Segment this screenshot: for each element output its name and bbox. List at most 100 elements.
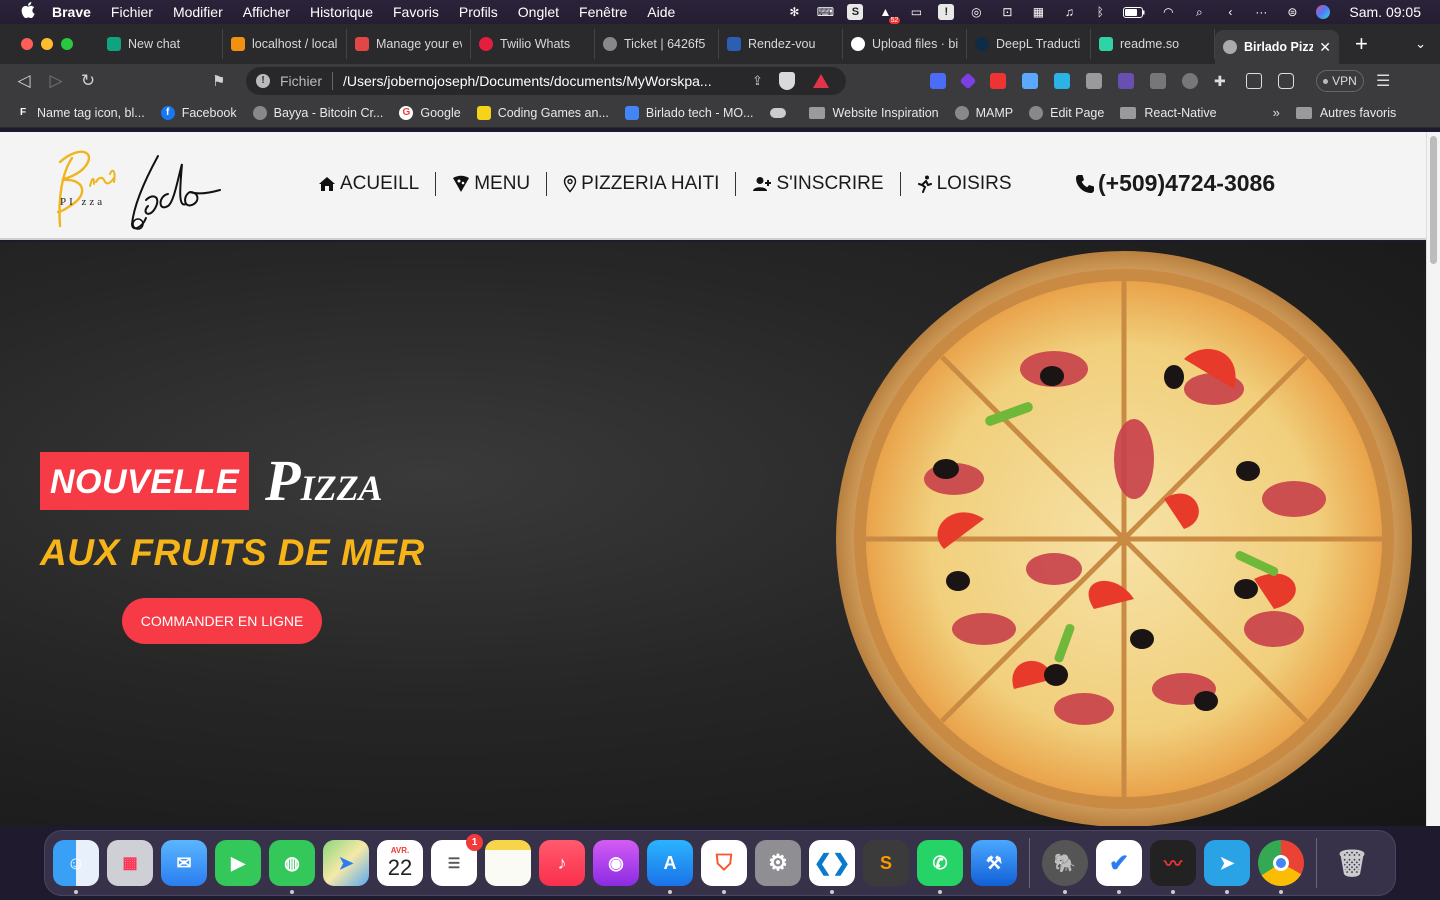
battery-icon[interactable] (1122, 4, 1146, 20)
site-info-icon[interactable]: ! (256, 74, 270, 88)
notes-icon[interactable] (485, 840, 531, 886)
extension-4-icon[interactable] (1022, 73, 1038, 89)
apple-icon[interactable] (18, 2, 38, 22)
menu-app-name[interactable]: Brave (52, 4, 91, 20)
bookmarks-overflow-button[interactable]: » (1273, 105, 1280, 120)
tab-new-chat[interactable]: New chat (99, 29, 223, 59)
chrome-icon[interactable] (1258, 840, 1304, 894)
forward-button[interactable]: ▷ (40, 71, 72, 91)
extension-6-icon[interactable] (1086, 73, 1102, 89)
nav-menu[interactable]: MENU (452, 173, 530, 195)
brave-rewards-icon[interactable] (812, 74, 829, 88)
vscode-icon[interactable]: ❮❯ (809, 840, 855, 894)
bookmark-folder-website-inspiration[interactable]: Website Inspiration (808, 106, 939, 120)
whatsapp-icon[interactable]: ✆ (917, 840, 963, 894)
tasks-icon[interactable]: ✔ (1096, 840, 1142, 894)
menu-fichier[interactable]: Fichier (111, 4, 153, 20)
menu-aide[interactable]: Aide (647, 4, 675, 20)
new-tab-button[interactable]: + (1355, 31, 1368, 57)
menu-onglet[interactable]: Onglet (518, 4, 559, 20)
birlado-pizza-logo[interactable]: PI zza (50, 138, 230, 234)
bookmark-name-tag[interactable]: F Name tag icon, bl... (16, 106, 145, 120)
sync-icon[interactable]: ◎ (967, 4, 985, 20)
extension-3-icon[interactable] (990, 73, 1006, 89)
tab-birlado-pizza[interactable]: Birlado Pizz ✕ (1215, 30, 1339, 64)
url-path[interactable]: /Users/jobernojoseph/Documents/documents… (343, 73, 738, 89)
sidebar-toggle-icon[interactable] (1246, 73, 1262, 89)
tab-manage-events[interactable]: Manage your ev (347, 29, 471, 59)
cast-icon[interactable]: ▭ (907, 4, 925, 20)
wallet-icon[interactable] (1278, 73, 1294, 89)
nav-pizzeria-haiti[interactable]: PIZZERIA HAITI (563, 173, 719, 195)
trash-icon[interactable]: 🗑 (1329, 840, 1375, 886)
maps-icon[interactable]: ➤ (323, 840, 369, 886)
bookmark-google[interactable]: G Google (399, 105, 461, 120)
siri-icon[interactable] (1314, 4, 1332, 20)
alert-icon[interactable]: ! (938, 4, 955, 20)
sublime-text-icon[interactable]: S (863, 840, 909, 886)
notification-badge-icon[interactable]: ▲ 52 (876, 4, 901, 24)
tab-ticket[interactable]: Ticket | 6426f5 (595, 29, 719, 59)
phone-number-link[interactable]: (+509)4724-3086 (1074, 170, 1275, 197)
extension-1-icon[interactable] (930, 73, 946, 89)
tab-upload-files[interactable]: Upload files · bi (843, 29, 967, 59)
calendar-icon[interactable]: AVR. 22 (377, 840, 423, 886)
control-center-icon[interactable]: ⊜ (1283, 4, 1301, 20)
nav-sinscrire[interactable]: S'INSCRIRE (752, 173, 884, 195)
wifi-icon[interactable]: ◠ (1159, 4, 1177, 20)
menu-afficher[interactable]: Afficher (243, 4, 290, 20)
extension-2-icon[interactable] (959, 72, 977, 90)
window-manager-icon[interactable]: ▦ (1029, 4, 1047, 20)
nav-loisirs[interactable]: LOISIRS (917, 173, 1012, 195)
extension-7-icon[interactable] (1118, 73, 1134, 89)
back-button[interactable]: ◁ (8, 71, 40, 91)
bookmark-page-icon[interactable]: ⚑ (212, 72, 234, 90)
bookmark-edit-page[interactable]: Edit Page (1029, 105, 1104, 120)
zoom-window-button[interactable] (61, 38, 73, 50)
skype-icon[interactable]: S (847, 4, 864, 20)
tab-deepl[interactable]: DeepL Traducti (967, 29, 1091, 59)
mail-icon[interactable]: ✉ (161, 840, 207, 886)
order-online-button[interactable]: COMMANDER EN LIGNE (122, 598, 322, 644)
extensions-puzzle-icon[interactable]: ✚ (1214, 73, 1230, 89)
bookmark-coding-games[interactable]: Coding Games an... (476, 105, 609, 120)
bookmark-birlado-tech[interactable]: Birlado tech - MO... (624, 105, 754, 120)
nav-accueil[interactable]: ACUEILL (318, 173, 419, 195)
reload-button[interactable]: ↻ (72, 71, 104, 91)
screen-record-icon[interactable]: ✻ (785, 4, 803, 20)
music-icon[interactable]: ♪ (539, 840, 585, 886)
reminders-icon[interactable]: ☰ 1 (431, 834, 483, 886)
finder-icon[interactable]: ☺ (53, 840, 99, 894)
share-icon[interactable]: ⇪ (752, 73, 763, 89)
headphones-icon[interactable]: ♫ (1060, 4, 1078, 20)
spotlight-search-icon[interactable]: ⌕ (1190, 4, 1208, 20)
facetime-icon[interactable]: ▶ (215, 840, 261, 886)
bookmark-folder-react-native[interactable]: React-Native (1120, 106, 1217, 120)
app-store-icon[interactable]: A (647, 840, 693, 894)
bookmark-facebook[interactable]: f Facebook (160, 105, 237, 120)
close-window-button[interactable] (21, 38, 33, 50)
extension-9-icon[interactable] (1182, 73, 1198, 89)
bookmark-cloud[interactable] (769, 107, 793, 118)
bookmark-mamp[interactable]: MAMP (954, 105, 1013, 120)
menu-historique[interactable]: Historique (310, 4, 373, 20)
address-bar[interactable]: ! Fichier /Users/jobernojoseph/Documents… (246, 67, 846, 95)
minimize-window-button[interactable] (41, 38, 53, 50)
podcasts-icon[interactable]: ◉ (593, 840, 639, 886)
tab-search-chevron-icon[interactable]: ⌄ (1415, 36, 1426, 52)
page-scrollbar[interactable] (1426, 132, 1440, 826)
menu-favoris[interactable]: Favoris (393, 4, 439, 20)
download-icon[interactable]: ⊡ (998, 4, 1016, 20)
vpn-button[interactable]: VPN (1316, 70, 1364, 92)
tab-twilio[interactable]: Twilio Whats (471, 29, 595, 59)
bluetooth-icon[interactable]: ᛒ (1091, 4, 1109, 20)
close-tab-icon[interactable]: ✕ (1313, 39, 1331, 56)
menu-fenetre[interactable]: Fenêtre (579, 4, 627, 20)
bookmark-bayya[interactable]: Bayya - Bitcoin Cr... (252, 105, 383, 120)
menu-profils[interactable]: Profils (459, 4, 498, 20)
system-settings-icon[interactable]: ⚙ (755, 840, 801, 886)
tableplus-icon[interactable]: 🐘 (1042, 840, 1088, 894)
more-icon[interactable]: ··· (1252, 4, 1270, 20)
keyboard-icon[interactable]: ⌨ (816, 4, 834, 20)
extension-8-icon[interactable] (1150, 73, 1166, 89)
